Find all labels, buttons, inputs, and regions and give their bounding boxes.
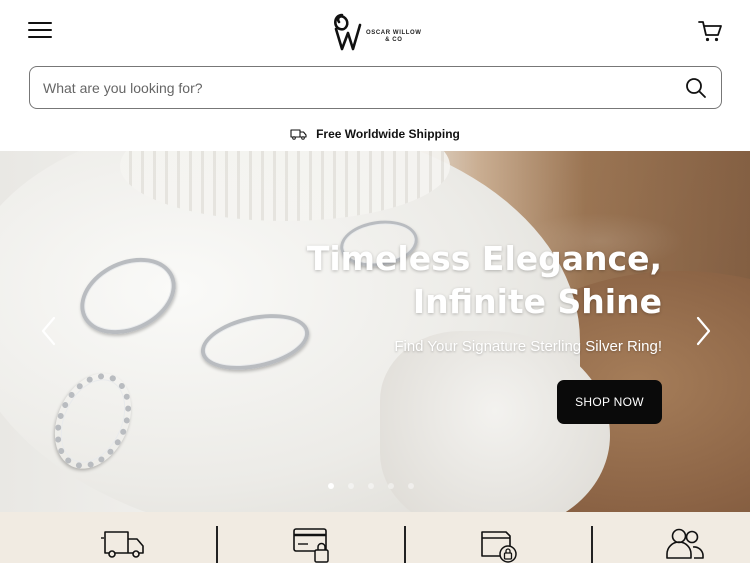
feature-divider	[216, 526, 218, 563]
hamburger-menu-icon[interactable]	[28, 22, 52, 42]
chevron-right-icon[interactable]	[691, 315, 715, 347]
hero-title-line1: Timeless Elegance,	[306, 239, 662, 278]
hero-title: Timeless Elegance, Infinite Shine	[242, 237, 662, 323]
delivery-truck-icon	[290, 129, 307, 140]
slide-indicator-dot[interactable]	[328, 483, 334, 489]
brand-wordmark: OSCAR WILLOW & CO	[366, 30, 422, 44]
brand-name-line2: & CO	[385, 37, 403, 43]
slide-indicator-dot[interactable]	[368, 483, 374, 489]
feature-shipping	[98, 526, 148, 563]
hero-subtitle: Find Your Signature Sterling Silver Ring…	[394, 338, 662, 355]
site-header: OSCAR WILLOW & CO	[0, 0, 750, 62]
feature-customers	[660, 526, 710, 563]
hero-title-line2: Infinite Shine	[412, 282, 662, 321]
feature-secure-wallet	[473, 526, 523, 563]
search-input[interactable]	[30, 67, 685, 108]
delivery-truck-icon	[101, 531, 144, 558]
secure-wallet-icon	[481, 531, 517, 563]
features-bar	[0, 512, 750, 563]
shop-now-button[interactable]: SHOP NOW	[557, 380, 662, 424]
feature-divider	[404, 526, 406, 563]
announcement-text: Free Worldwide Shipping	[316, 127, 460, 141]
hero-slideshow: Timeless Elegance, Infinite Shine Find Y…	[0, 151, 750, 512]
chevron-left-icon[interactable]	[37, 315, 61, 347]
brand-monogram-icon	[334, 13, 362, 51]
secure-card-icon	[293, 528, 329, 563]
feature-divider	[591, 526, 593, 563]
brand-name-line1: OSCAR WILLOW	[366, 30, 422, 36]
search-bar	[29, 66, 722, 109]
slide-indicator-dot[interactable]	[388, 483, 394, 489]
shopping-cart-icon[interactable]	[697, 18, 723, 44]
slide-indicator-dot[interactable]	[408, 483, 414, 489]
brand-logo[interactable]: OSCAR WILLOW & CO	[330, 8, 422, 54]
feature-secure-payment	[286, 526, 336, 563]
slide-indicator-dot[interactable]	[348, 483, 354, 489]
customers-icon	[666, 528, 704, 559]
announcement-bar: Free Worldwide Shipping	[0, 121, 750, 147]
search-icon[interactable]	[685, 77, 707, 99]
slide-indicators	[328, 483, 428, 489]
